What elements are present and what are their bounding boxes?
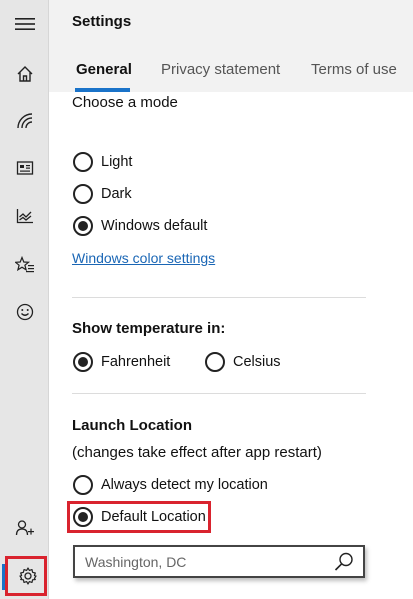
mode-light-label[interactable]: Light	[101, 154, 132, 170]
fahrenheit-radio[interactable]	[73, 352, 93, 372]
settings-header: Settings General Privacy statement Terms…	[49, 0, 413, 92]
settings-panel: Settings General Privacy statement Terms…	[49, 0, 413, 599]
nav-feedback[interactable]	[0, 292, 49, 332]
left-navigation-rail	[0, 0, 49, 599]
favorites-icon	[14, 256, 34, 273]
nav-home[interactable]	[0, 54, 49, 94]
nav-markets[interactable]	[0, 196, 49, 236]
nav-favorites[interactable]	[0, 245, 49, 285]
default-location-highlight-box	[67, 501, 211, 533]
location-search-input[interactable]: Washington, DC	[85, 554, 186, 570]
search-icon[interactable]	[333, 551, 355, 573]
mode-light-radio[interactable]	[73, 152, 93, 172]
windows-color-settings-link[interactable]: Windows color settings	[72, 250, 215, 266]
chart-icon	[16, 209, 33, 224]
launch-location-note: (changes take effect after app restart)	[72, 444, 322, 461]
section-divider	[72, 297, 366, 298]
mode-windows-default-radio[interactable]	[73, 216, 93, 236]
smiley-icon	[16, 303, 33, 321]
always-detect-location-label[interactable]: Always detect my location	[101, 477, 268, 493]
tab-terms-of-use[interactable]: Terms of use	[311, 61, 397, 78]
celsius-label[interactable]: Celsius	[233, 354, 281, 370]
location-search-box[interactable]: Washington, DC	[73, 545, 365, 578]
mode-dark-radio[interactable]	[73, 184, 93, 204]
news-icon	[16, 113, 32, 129]
mode-heading: Choose a mode	[72, 94, 178, 111]
home-icon	[17, 66, 32, 82]
mode-dark-label[interactable]: Dark	[101, 186, 132, 202]
add-user-icon	[15, 520, 34, 536]
menu-icon	[14, 18, 35, 30]
menu-button[interactable]	[0, 4, 49, 44]
celsius-radio[interactable]	[205, 352, 225, 372]
nav-headlines[interactable]	[0, 148, 49, 188]
tab-privacy-statement[interactable]: Privacy statement	[161, 61, 280, 78]
tab-general[interactable]: General	[76, 61, 132, 78]
active-tab-indicator	[75, 88, 130, 92]
nav-news[interactable]	[0, 101, 49, 141]
newspaper-icon	[16, 161, 33, 175]
always-detect-location-radio[interactable]	[73, 475, 93, 495]
settings-highlight-box	[5, 556, 47, 596]
nav-account[interactable]	[0, 508, 49, 548]
mode-windows-default-label[interactable]: Windows default	[101, 218, 207, 234]
page-title: Settings	[72, 13, 132, 30]
fahrenheit-label[interactable]: Fahrenheit	[101, 354, 170, 370]
launch-location-heading: Launch Location	[72, 417, 192, 434]
temperature-heading: Show temperature in:	[72, 320, 226, 337]
section-divider	[72, 393, 366, 394]
